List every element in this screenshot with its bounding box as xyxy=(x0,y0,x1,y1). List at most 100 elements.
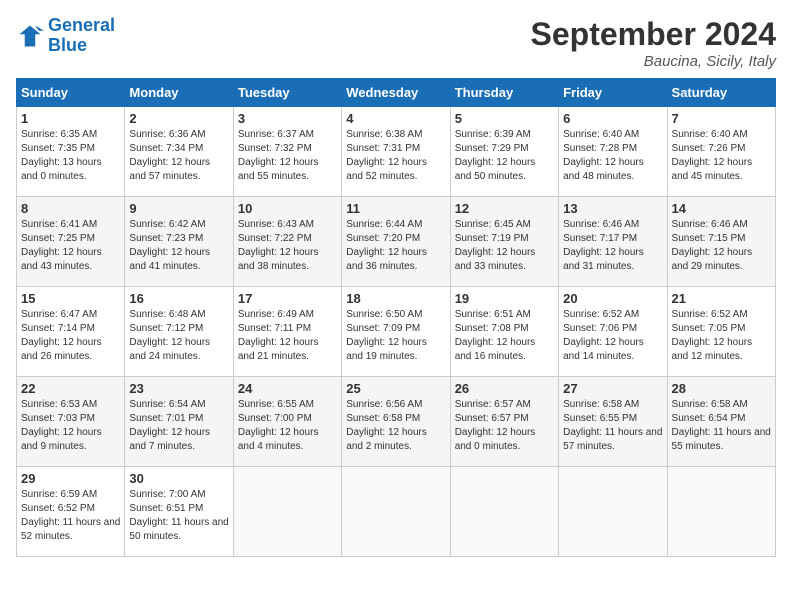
cell-4-2: 23 Sunrise: 6:54 AM Sunset: 7:01 PM Dayl… xyxy=(125,377,233,467)
calendar-header: Sunday Monday Tuesday Wednesday Thursday… xyxy=(17,79,776,107)
cell-4-6: 27 Sunrise: 6:58 AM Sunset: 6:55 PM Dayl… xyxy=(559,377,667,467)
cell-info: Sunrise: 6:47 AM Sunset: 7:14 PM Dayligh… xyxy=(21,308,120,364)
sunset-text: Sunset: 7:19 PM xyxy=(455,232,554,246)
cell-info: Sunrise: 6:40 AM Sunset: 7:28 PM Dayligh… xyxy=(563,128,662,184)
sunrise-text: Sunrise: 6:47 AM xyxy=(21,308,120,322)
sunset-text: Sunset: 7:26 PM xyxy=(672,142,771,156)
location: Baucina, Sicily, Italy xyxy=(531,53,776,70)
cell-info: Sunrise: 6:40 AM Sunset: 7:26 PM Dayligh… xyxy=(672,128,771,184)
sunset-text: Sunset: 7:29 PM xyxy=(455,142,554,156)
cell-1-3: 3 Sunrise: 6:37 AM Sunset: 7:32 PM Dayli… xyxy=(233,107,341,197)
sunset-text: Sunset: 7:05 PM xyxy=(672,322,771,336)
col-tuesday: Tuesday xyxy=(233,79,341,107)
cell-3-6: 20 Sunrise: 6:52 AM Sunset: 7:06 PM Dayl… xyxy=(559,287,667,377)
cell-info: Sunrise: 6:37 AM Sunset: 7:32 PM Dayligh… xyxy=(238,128,337,184)
sunset-text: Sunset: 7:17 PM xyxy=(563,232,662,246)
cell-info: Sunrise: 6:51 AM Sunset: 7:08 PM Dayligh… xyxy=(455,308,554,364)
daylight-text: Daylight: 12 hours and 36 minutes. xyxy=(346,246,445,274)
sunrise-text: Sunrise: 6:58 AM xyxy=(563,398,662,412)
sunrise-text: Sunrise: 6:39 AM xyxy=(455,128,554,142)
cell-2-1: 8 Sunrise: 6:41 AM Sunset: 7:25 PM Dayli… xyxy=(17,197,125,287)
sunset-text: Sunset: 7:22 PM xyxy=(238,232,337,246)
sunset-text: Sunset: 7:08 PM xyxy=(455,322,554,336)
daylight-text: Daylight: 12 hours and 21 minutes. xyxy=(238,336,337,364)
daylight-text: Daylight: 12 hours and 14 minutes. xyxy=(563,336,662,364)
cell-info: Sunrise: 6:49 AM Sunset: 7:11 PM Dayligh… xyxy=(238,308,337,364)
month-title: September 2024 xyxy=(531,16,776,53)
daylight-text: Daylight: 12 hours and 12 minutes. xyxy=(672,336,771,364)
cell-3-7: 21 Sunrise: 6:52 AM Sunset: 7:05 PM Dayl… xyxy=(667,287,775,377)
day-number: 14 xyxy=(672,201,771,216)
day-number: 19 xyxy=(455,291,554,306)
col-wednesday: Wednesday xyxy=(342,79,450,107)
sunrise-text: Sunrise: 6:40 AM xyxy=(672,128,771,142)
day-number: 24 xyxy=(238,381,337,396)
daylight-text: Daylight: 12 hours and 0 minutes. xyxy=(455,426,554,454)
sunrise-text: Sunrise: 6:49 AM xyxy=(238,308,337,322)
sunrise-text: Sunrise: 6:41 AM xyxy=(21,218,120,232)
day-number: 20 xyxy=(563,291,662,306)
sunrise-text: Sunrise: 6:59 AM xyxy=(21,488,120,502)
daylight-text: Daylight: 12 hours and 16 minutes. xyxy=(455,336,554,364)
cell-5-5 xyxy=(450,467,558,557)
sunset-text: Sunset: 7:09 PM xyxy=(346,322,445,336)
sunset-text: Sunset: 7:23 PM xyxy=(129,232,228,246)
sunrise-text: Sunrise: 6:48 AM xyxy=(129,308,228,322)
daylight-text: Daylight: 12 hours and 50 minutes. xyxy=(455,156,554,184)
daylight-text: Daylight: 11 hours and 50 minutes. xyxy=(129,516,228,544)
day-number: 28 xyxy=(672,381,771,396)
cell-info: Sunrise: 6:45 AM Sunset: 7:19 PM Dayligh… xyxy=(455,218,554,274)
day-number: 13 xyxy=(563,201,662,216)
cell-2-5: 12 Sunrise: 6:45 AM Sunset: 7:19 PM Dayl… xyxy=(450,197,558,287)
col-sunday: Sunday xyxy=(17,79,125,107)
daylight-text: Daylight: 12 hours and 31 minutes. xyxy=(563,246,662,274)
cell-3-1: 15 Sunrise: 6:47 AM Sunset: 7:14 PM Dayl… xyxy=(17,287,125,377)
day-number: 25 xyxy=(346,381,445,396)
day-number: 4 xyxy=(346,111,445,126)
sunrise-text: Sunrise: 6:50 AM xyxy=(346,308,445,322)
day-number: 7 xyxy=(672,111,771,126)
daylight-text: Daylight: 13 hours and 0 minutes. xyxy=(21,156,120,184)
cell-info: Sunrise: 6:46 AM Sunset: 7:17 PM Dayligh… xyxy=(563,218,662,274)
cell-info: Sunrise: 6:54 AM Sunset: 7:01 PM Dayligh… xyxy=(129,398,228,454)
day-number: 17 xyxy=(238,291,337,306)
daylight-text: Daylight: 12 hours and 26 minutes. xyxy=(21,336,120,364)
day-number: 5 xyxy=(455,111,554,126)
sunrise-text: Sunrise: 6:40 AM xyxy=(563,128,662,142)
sunset-text: Sunset: 7:25 PM xyxy=(21,232,120,246)
col-saturday: Saturday xyxy=(667,79,775,107)
day-number: 11 xyxy=(346,201,445,216)
sunrise-text: Sunrise: 6:42 AM xyxy=(129,218,228,232)
week-row-3: 15 Sunrise: 6:47 AM Sunset: 7:14 PM Dayl… xyxy=(17,287,776,377)
sunset-text: Sunset: 7:34 PM xyxy=(129,142,228,156)
logo: General Blue xyxy=(16,16,115,56)
header-row: Sunday Monday Tuesday Wednesday Thursday… xyxy=(17,79,776,107)
cell-3-2: 16 Sunrise: 6:48 AM Sunset: 7:12 PM Dayl… xyxy=(125,287,233,377)
sunrise-text: Sunrise: 6:46 AM xyxy=(563,218,662,232)
title-block: September 2024 Baucina, Sicily, Italy xyxy=(531,16,776,70)
sunrise-text: Sunrise: 6:46 AM xyxy=(672,218,771,232)
cell-4-7: 28 Sunrise: 6:58 AM Sunset: 6:54 PM Dayl… xyxy=(667,377,775,467)
sunset-text: Sunset: 7:01 PM xyxy=(129,412,228,426)
sunset-text: Sunset: 7:11 PM xyxy=(238,322,337,336)
sunrise-text: Sunrise: 6:43 AM xyxy=(238,218,337,232)
cell-5-2: 30 Sunrise: 7:00 AM Sunset: 6:51 PM Dayl… xyxy=(125,467,233,557)
week-row-4: 22 Sunrise: 6:53 AM Sunset: 7:03 PM Dayl… xyxy=(17,377,776,467)
cell-info: Sunrise: 6:58 AM Sunset: 6:54 PM Dayligh… xyxy=(672,398,771,454)
cell-info: Sunrise: 6:55 AM Sunset: 7:00 PM Dayligh… xyxy=(238,398,337,454)
sunset-text: Sunset: 6:58 PM xyxy=(346,412,445,426)
sunset-text: Sunset: 6:54 PM xyxy=(672,412,771,426)
daylight-text: Daylight: 12 hours and 19 minutes. xyxy=(346,336,445,364)
cell-info: Sunrise: 6:42 AM Sunset: 7:23 PM Dayligh… xyxy=(129,218,228,274)
cell-info: Sunrise: 6:50 AM Sunset: 7:09 PM Dayligh… xyxy=(346,308,445,364)
cell-info: Sunrise: 6:48 AM Sunset: 7:12 PM Dayligh… xyxy=(129,308,228,364)
cell-info: Sunrise: 6:52 AM Sunset: 7:06 PM Dayligh… xyxy=(563,308,662,364)
sunrise-text: Sunrise: 6:57 AM xyxy=(455,398,554,412)
cell-3-3: 17 Sunrise: 6:49 AM Sunset: 7:11 PM Dayl… xyxy=(233,287,341,377)
cell-info: Sunrise: 6:56 AM Sunset: 6:58 PM Dayligh… xyxy=(346,398,445,454)
sunset-text: Sunset: 7:06 PM xyxy=(563,322,662,336)
logo-line1: General xyxy=(48,15,115,35)
cell-1-6: 6 Sunrise: 6:40 AM Sunset: 7:28 PM Dayli… xyxy=(559,107,667,197)
sunset-text: Sunset: 7:12 PM xyxy=(129,322,228,336)
day-number: 3 xyxy=(238,111,337,126)
